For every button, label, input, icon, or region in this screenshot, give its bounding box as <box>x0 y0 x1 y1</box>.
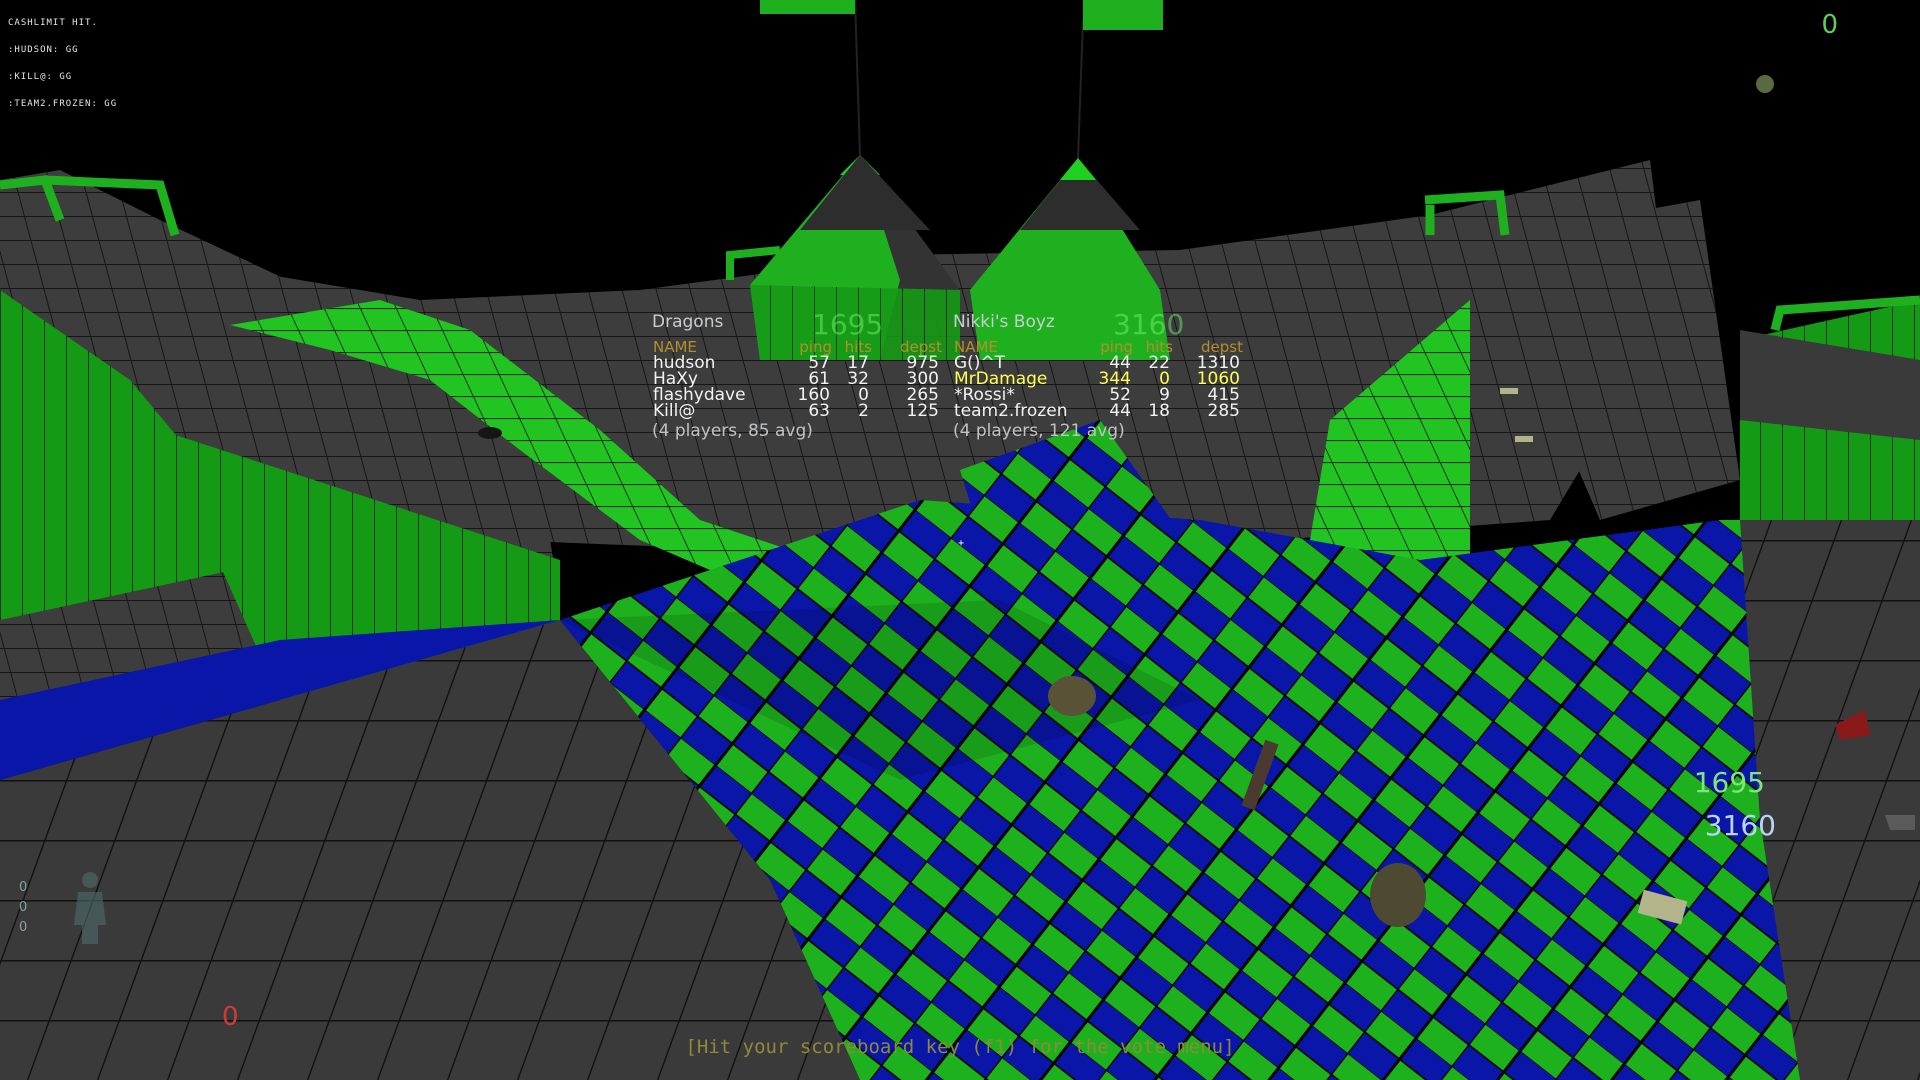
console-line: :TEAM2.FROZEN: GG <box>8 99 118 109</box>
ammo-counter: 0 <box>1821 10 1838 40</box>
player-stats: 0 0 0 <box>19 878 27 938</box>
player-depst: 285 <box>1207 401 1240 421</box>
player-name: Kill@ <box>653 401 696 421</box>
team-name: Dragons <box>652 312 724 332</box>
player-hits: 18 <box>1148 401 1170 421</box>
console-line: :KILL@: GG <box>8 72 73 82</box>
team-footer: (4 players, 121 avg) <box>953 421 1125 441</box>
player-hits: 2 <box>858 401 869 421</box>
console-log: CASHLIMIT HIT. :HUDSON: GG :KILL@: GG :T… <box>8 1 117 118</box>
team-panel-nikkis-boyz: Nikki's Boyz 3160 NAME ping hits depst G… <box>953 308 1243 441</box>
console-line: CASHLIMIT HIT. <box>8 18 98 28</box>
stat-value: 0 <box>19 920 28 935</box>
player-ping: 44 <box>1109 401 1131 421</box>
team-name: Nikki's Boyz <box>953 312 1055 332</box>
team1-score-hud: 1695 <box>1693 766 1765 799</box>
team-panel-dragons: Dragons 1695 NAME ping hits depst hudson… <box>652 308 942 441</box>
team-score: 3160 <box>1113 308 1185 341</box>
scoreboard: Dragons 1695 NAME ping hits depst hudson… <box>652 308 1262 458</box>
team-score: 1695 <box>812 308 884 341</box>
grenade-icon <box>1756 75 1774 93</box>
player-row: team2.frozen 44 18 285 <box>953 401 1243 421</box>
health-counter: 0 <box>222 1002 239 1032</box>
console-line: :HUDSON: GG <box>8 45 79 55</box>
stat-value: 0 <box>19 900 28 915</box>
player-depst: 125 <box>906 401 939 421</box>
team2-score-hud: 3160 <box>1704 809 1776 842</box>
player-row: Kill@ 63 2 125 <box>652 401 942 421</box>
team-footer: (4 players, 85 avg) <box>652 421 813 441</box>
player-name: team2.frozen <box>954 401 1068 421</box>
vote-menu-hint: [Hit your scoreboard key (f1) for the vo… <box>685 1036 1235 1058</box>
crosshair-icon: + <box>958 538 965 549</box>
player-row: flashydave 160 0 265 <box>652 387 942 404</box>
stat-value: 0 <box>19 880 28 895</box>
money-bag <box>1048 676 1096 716</box>
money-bag <box>1370 863 1426 927</box>
player-ping: 63 <box>808 401 830 421</box>
